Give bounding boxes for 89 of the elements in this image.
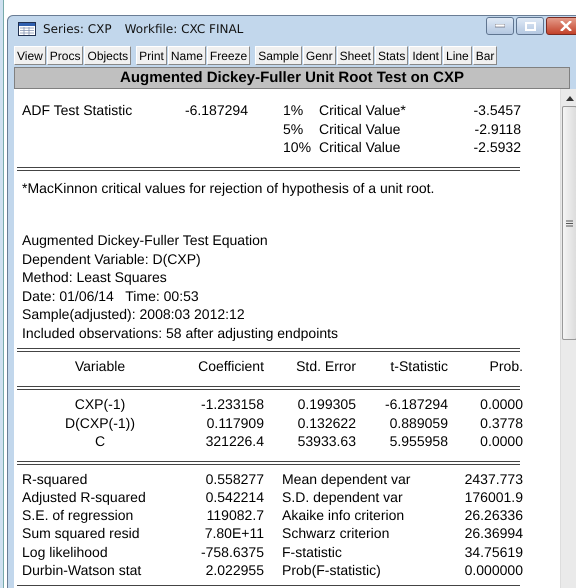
equation-info: Dependent Variable: D(CXP)	[22, 250, 201, 266]
column-header: Variable	[74, 356, 126, 376]
table-cell-text: 0.132622	[296, 414, 356, 432]
equation-info: Date: 01/06/14 Time: 00:53	[22, 288, 199, 304]
toolbar-button[interactable]: Stats	[374, 46, 408, 65]
table-cell-text: 0.117909	[206, 414, 264, 432]
stat-label: Adjusted R-squared	[22, 488, 147, 506]
toolbar-button[interactable]: Line	[443, 46, 472, 65]
scrollbar[interactable]	[560, 89, 576, 588]
window-title: Workfile: CXC FINAL	[124, 22, 244, 36]
toolbar-button[interactable]: Name	[168, 46, 206, 65]
close-button[interactable]	[546, 17, 576, 35]
scroll-thumb[interactable]	[562, 106, 576, 340]
table-cell-text: 0.3778	[479, 414, 523, 432]
maximize-icon	[524, 22, 536, 30]
stat-value: 2437.773	[464, 470, 523, 488]
stat-label: Prob(F-statistic)	[282, 560, 382, 580]
toolbar-button[interactable]: Bar	[472, 46, 498, 65]
table-cell-text: -1.233158	[200, 395, 264, 414]
critical-value: -3.5457	[474, 102, 521, 118]
table-cell-text: 0.0000	[479, 395, 523, 414]
stat-label: Schwarz criterion	[282, 524, 390, 543]
toolbar-button[interactable]: View	[14, 46, 46, 65]
close-icon	[560, 21, 572, 31]
table-cell-text: 321226.4	[204, 432, 264, 450]
stat-label: S.D. dependent var	[282, 488, 404, 506]
stat-label: S.E. of regression	[22, 506, 134, 524]
stat-label: Sum squared resid	[22, 524, 141, 543]
critical-value-label: Critical Value*	[319, 102, 406, 118]
toolbar-button[interactable]: Objects	[84, 46, 132, 65]
stat-value: 0.558277	[204, 470, 264, 488]
stat-value: 0.000000	[464, 560, 523, 580]
critical-value-label: Critical Value	[319, 120, 400, 136]
stat-label: ADF Test Statistic	[22, 102, 132, 118]
maximize-button[interactable]	[516, 17, 544, 35]
stat-label: F-statistic	[282, 542, 343, 561]
stat-label: Durbin-Watson stat	[22, 560, 142, 580]
table-cell-text: 0.0000	[479, 432, 523, 450]
table-cell-text: -6.187294	[384, 395, 448, 414]
stat-value: 7.80E+11	[204, 524, 264, 543]
critical-value: -2.9118	[474, 120, 521, 136]
stat-value: 2.022955	[204, 560, 264, 580]
table-icon	[18, 22, 36, 36]
footnote: *MacKinnon critical values for rejection of hypothesis of a unit root.	[21, 178, 436, 197]
table-cell-text: D(CXP(-1))	[64, 414, 136, 432]
table-cell-text: 0.889059	[388, 414, 448, 432]
column-header: Prob.	[488, 356, 523, 376]
column-header: Std. Error	[295, 356, 356, 376]
scroll-up-icon[interactable]	[566, 96, 574, 101]
critical-value: -2.5932	[474, 139, 521, 155]
table-cell-text: 53933.63	[296, 432, 356, 450]
column-header: t-Statistic	[389, 356, 448, 376]
toolbar-button[interactable]: Ident	[409, 46, 442, 65]
critical-value-label: Critical Value	[319, 139, 400, 155]
stat-value: 26.26336	[464, 506, 523, 524]
stat-value: 26.36994	[464, 524, 523, 543]
equation-info: Included observations: 58 after adjusting endpoints	[22, 324, 338, 340]
toolbar-button[interactable]: Genr	[302, 46, 336, 65]
stat-label: Akaike info criterion	[282, 506, 406, 524]
minimize-button[interactable]	[486, 17, 514, 35]
stat-value: -6.187294	[184, 102, 248, 118]
stat-label: R-squared	[22, 470, 88, 488]
minimize-icon	[495, 24, 505, 28]
toolbar-button[interactable]: Freeze	[206, 46, 250, 65]
table-cell-text: 0.199305	[296, 395, 356, 414]
significance-level: 5%	[283, 120, 304, 136]
stat-value: 0.542214	[204, 488, 264, 506]
stat-label: Mean dependent var	[282, 470, 412, 488]
toolbar-button[interactable]: Print	[136, 46, 167, 65]
column-header: Coefficient	[197, 356, 264, 376]
equation-info: Augmented Dickey-Fuller Test Equation	[22, 232, 268, 248]
grip-icon	[566, 220, 573, 226]
significance-level: 10%	[283, 139, 312, 155]
output-heading: Augmented Dickey-Fuller Unit Root Test on CXP	[14, 67, 570, 89]
toolbar-button[interactable]: Sample	[255, 46, 302, 65]
equation-info: Sample(adjusted): 2008:03 2012:12	[22, 306, 245, 322]
equation-info: Method: Least Squares	[22, 269, 167, 285]
toolbar-button[interactable]: Procs	[46, 46, 84, 65]
window-title: Series: CXP	[43, 22, 112, 36]
toolbar-button[interactable]: Sheet	[336, 46, 374, 65]
significance-level: 1%	[283, 102, 304, 118]
stat-value: 176001.9	[464, 488, 523, 506]
table-cell-text: 5.955958	[388, 432, 448, 450]
table-cell-text: C	[94, 432, 106, 450]
stat-value: -758.6375	[200, 542, 264, 561]
stat-value: 119082.7	[206, 506, 264, 524]
table-cell-text: CXP(-1)	[74, 395, 126, 414]
stat-label: Log likelihood	[22, 542, 109, 561]
stat-value: 34.75619	[464, 542, 523, 561]
